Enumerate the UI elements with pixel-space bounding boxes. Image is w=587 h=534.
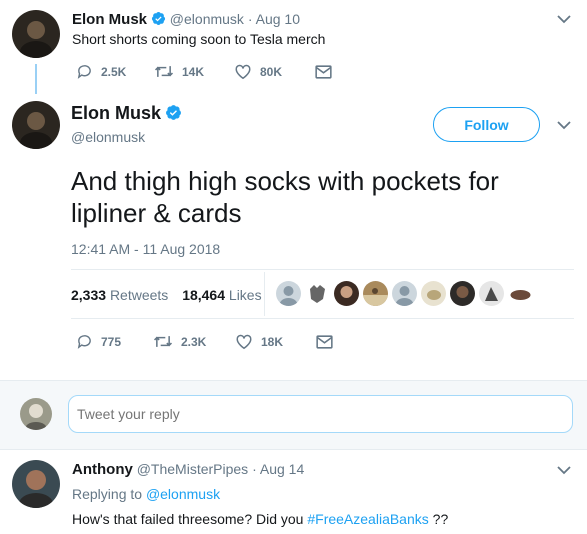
like-button[interactable]: 18K xyxy=(235,333,316,350)
main-tweet-timestamp[interactable]: 12:41 AM - 11 Aug 2018 xyxy=(71,241,220,257)
retweet-count: 14K xyxy=(182,64,205,79)
follow-button[interactable]: Follow xyxy=(433,107,540,142)
separator-dot: · xyxy=(252,461,257,477)
reply-tweet-header: Anthony @TheMisterPipes · Aug 14 xyxy=(72,461,304,478)
liker-avatar[interactable] xyxy=(305,281,330,306)
replying-to-prefix: Replying to xyxy=(72,486,143,502)
replying-to-line: Replying to @elonmusk xyxy=(72,486,220,502)
parent-tweet-text: Short shorts coming soon to Tesla merch xyxy=(72,31,326,47)
liker-avatar[interactable] xyxy=(450,281,475,306)
parent-tweet-handle[interactable]: @elonmusk xyxy=(170,11,244,27)
parent-tweet-header: Elon Musk @elonmusk · Aug 10 xyxy=(72,11,300,29)
liker-avatar[interactable] xyxy=(392,281,417,306)
reply-bubble-icon xyxy=(76,63,101,80)
direct-message-button[interactable] xyxy=(316,334,341,349)
reply-tweet-date[interactable]: Aug 14 xyxy=(260,461,304,477)
reply-tweet-text: How's that failed threesome? Did you #Fr… xyxy=(72,511,448,527)
main-tweet-author-name[interactable]: Elon Musk xyxy=(71,103,161,123)
replying-to-link[interactable]: @elonmusk xyxy=(146,486,220,502)
likers-avatar-row xyxy=(276,281,537,306)
retweet-stat-count: 2,333 xyxy=(71,287,107,303)
retweet-count: 2.3K xyxy=(181,334,207,349)
reply-tweet-handle[interactable]: @TheMisterPipes xyxy=(137,461,248,477)
current-user-avatar xyxy=(20,398,52,430)
main-tweet-handle[interactable]: @elonmusk xyxy=(71,129,145,145)
liker-avatar[interactable] xyxy=(363,281,388,306)
parent-tweet-avatar[interactable] xyxy=(12,10,60,58)
parent-tweet-author-name[interactable]: Elon Musk xyxy=(72,11,147,28)
heart-icon xyxy=(235,333,261,350)
verified-badge-icon xyxy=(151,11,166,29)
parent-tweet-actions: 2.5K 14K 80K xyxy=(76,63,340,80)
chevron-down-icon[interactable] xyxy=(557,120,577,134)
chevron-down-icon[interactable] xyxy=(557,465,577,479)
main-tweet-author: Elon Musk xyxy=(71,103,182,126)
verified-badge-icon xyxy=(165,104,182,126)
main-tweet-stats: 2,333 Retweets 18,464 Likes xyxy=(71,287,262,303)
liker-avatar[interactable] xyxy=(508,281,533,306)
like-count: 80K xyxy=(260,64,283,79)
retweet-stat-label: Retweets xyxy=(109,287,169,303)
separator-dot: · xyxy=(247,11,253,27)
like-button[interactable]: 80K xyxy=(234,63,315,80)
retweet-arrows-icon xyxy=(154,63,182,80)
reply-count: 775 xyxy=(101,334,122,349)
liker-avatar[interactable] xyxy=(479,281,504,306)
reply-bubble-icon xyxy=(76,333,101,350)
reply-button[interactable]: 775 xyxy=(76,333,153,350)
liker-avatar[interactable] xyxy=(334,281,359,306)
reply-text-after: ?? xyxy=(432,511,449,527)
retweet-arrows-icon xyxy=(153,333,181,350)
like-stat-label: Likes xyxy=(228,287,262,303)
main-tweet-text: And thigh high socks with pockets for li… xyxy=(71,166,499,228)
stats-vertical-divider xyxy=(264,272,265,316)
stats-bottom-divider xyxy=(71,318,574,319)
reply-text-before: How's that failed threesome? Did you xyxy=(72,511,304,527)
like-stat-count: 18,464 xyxy=(182,287,226,303)
retweet-button[interactable]: 2.3K xyxy=(153,333,235,350)
envelope-icon xyxy=(315,64,340,79)
chevron-down-icon[interactable] xyxy=(557,14,577,28)
envelope-icon xyxy=(316,334,341,349)
parent-tweet-date[interactable]: Aug 10 xyxy=(256,11,300,27)
reply-tweet-avatar[interactable] xyxy=(12,460,60,508)
direct-message-button[interactable] xyxy=(315,64,340,79)
heart-icon xyxy=(234,63,260,80)
reply-input[interactable] xyxy=(68,395,573,433)
stats-top-divider xyxy=(71,269,574,270)
main-tweet-avatar[interactable] xyxy=(12,101,60,149)
reply-count: 2.5K xyxy=(101,64,127,79)
thread-connector-line xyxy=(35,64,37,94)
main-tweet-actions: 775 2.3K 18K xyxy=(76,333,341,350)
retweet-stat[interactable]: 2,333 Retweets xyxy=(71,287,172,303)
liker-avatar[interactable] xyxy=(421,281,446,306)
retweet-button[interactable]: 14K xyxy=(154,63,234,80)
like-count: 18K xyxy=(261,334,284,349)
like-stat[interactable]: 18,464 Likes xyxy=(182,287,261,303)
reply-button[interactable]: 2.5K xyxy=(76,63,154,80)
reply-tweet-author-name[interactable]: Anthony xyxy=(72,461,133,478)
liker-avatar[interactable] xyxy=(276,281,301,306)
hashtag-link[interactable]: #FreeAzealiaBanks xyxy=(307,511,428,527)
